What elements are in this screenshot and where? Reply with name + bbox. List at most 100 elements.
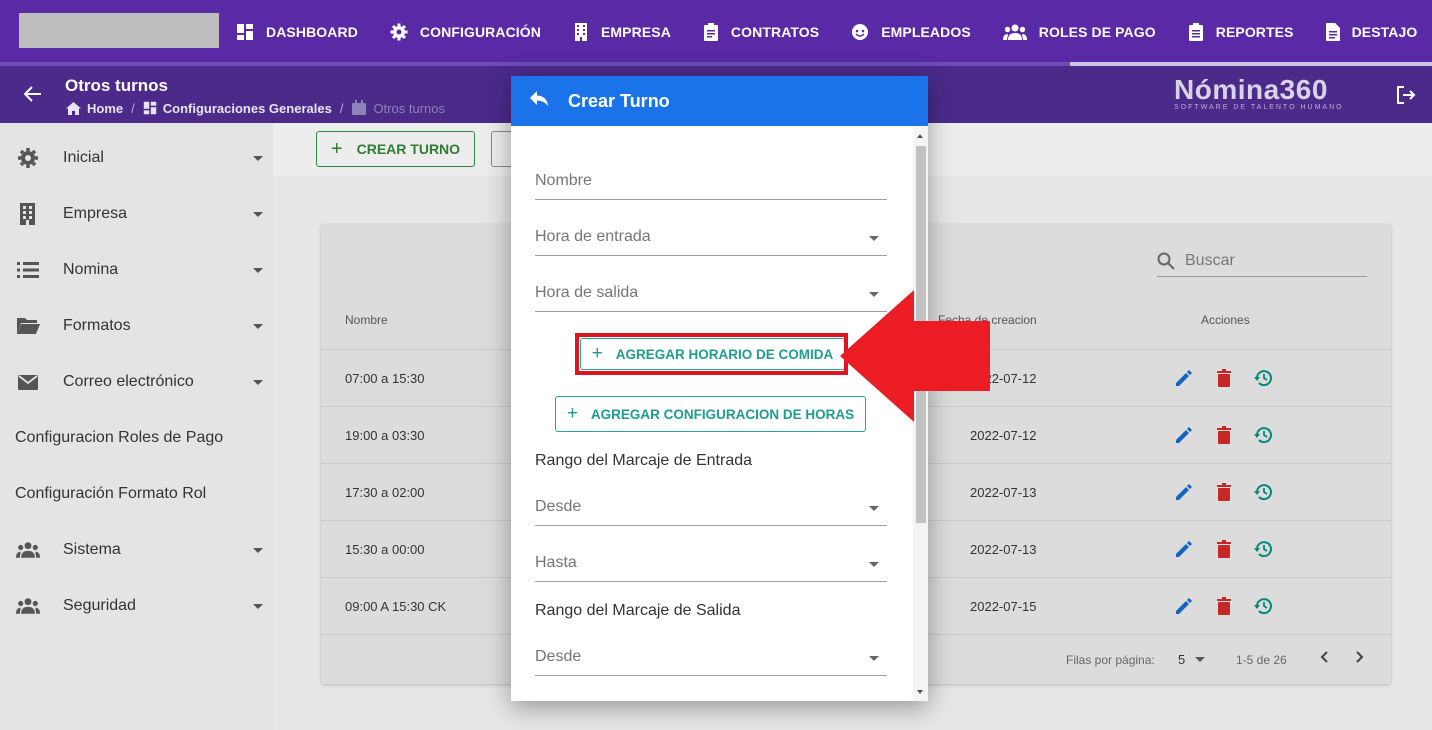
entrada-hasta-select[interactable]: Hasta	[535, 542, 887, 582]
hora-salida-select[interactable]: Hora de salida	[535, 272, 887, 312]
plus-icon: +	[566, 403, 578, 424]
calendar-icon	[352, 100, 367, 115]
sidebar-item-label: Seguridad	[63, 597, 136, 614]
mail-icon	[18, 375, 38, 390]
sidebar-item-sistema[interactable]: Sistema	[0, 522, 273, 578]
search-input[interactable]: Buscar	[1157, 246, 1367, 277]
nav-label: EMPRESA	[600, 24, 671, 40]
history-icon[interactable]	[1253, 538, 1275, 560]
dialog-back-button[interactable]	[529, 90, 549, 113]
next-page-button[interactable]	[1353, 650, 1365, 669]
row-date: 2022-07-13	[970, 485, 1037, 500]
delete-icon[interactable]	[1213, 481, 1235, 503]
nav-roles-de-pago[interactable]: ROLES DE PAGO	[1002, 24, 1156, 40]
document-icon	[1325, 23, 1340, 41]
nav-label: CONTRATOS	[730, 24, 820, 40]
delete-icon[interactable]	[1213, 595, 1235, 617]
logout-button[interactable]	[1396, 86, 1416, 109]
add-hours-config-button[interactable]: + AGREGAR CONFIGURACION DE HORAS	[555, 396, 866, 432]
edit-icon[interactable]	[1173, 481, 1195, 503]
delete-icon[interactable]	[1213, 424, 1235, 446]
history-icon[interactable]	[1253, 595, 1275, 617]
chevron-right-icon	[1356, 651, 1364, 663]
home-icon	[66, 101, 81, 115]
entrada-desde-select[interactable]: Desde	[535, 486, 887, 526]
nombre-input[interactable]: Nombre	[535, 160, 887, 200]
nav-destajo[interactable]: DESTAJO	[1325, 23, 1418, 41]
nav-reportes[interactable]: REPORTES	[1188, 23, 1294, 41]
annotation-highlight-box	[575, 333, 848, 375]
building-icon	[574, 23, 587, 41]
breadcrumb-separator: /	[131, 100, 135, 116]
sidebar-item-inicial[interactable]: Inicial	[0, 130, 273, 186]
dialog-title: Crear Turno	[568, 91, 670, 111]
nombre-placeholder: Nombre	[535, 172, 592, 189]
sidebar-item-configuracion-formato[interactable]: Configuración Formato Rol	[0, 466, 273, 522]
scroll-down-arrow[interactable]	[917, 690, 923, 694]
edit-icon[interactable]	[1173, 424, 1195, 446]
edit-icon[interactable]	[1173, 595, 1195, 617]
assignment-icon	[1188, 23, 1203, 41]
nav-configuracion[interactable]: CONFIGURACIÓN	[390, 23, 541, 41]
logout-icon	[1397, 86, 1416, 104]
row-date: 2022-07-12	[970, 428, 1037, 443]
gear-icon	[18, 148, 38, 168]
sidebar-item-formatos[interactable]: Formatos	[0, 298, 273, 354]
plus-icon: +	[330, 137, 343, 160]
nav-empresa[interactable]: EMPRESA	[573, 23, 671, 41]
group-icon	[16, 598, 40, 614]
nav-contratos[interactable]: CONTRATOS	[703, 23, 819, 41]
gear-icon	[390, 23, 408, 41]
nav-dashboard[interactable]: DASHBOARD	[236, 23, 358, 41]
chevron-down-icon	[253, 604, 263, 609]
edit-icon[interactable]	[1173, 538, 1195, 560]
create-shift-button[interactable]: + CREAR TURNO	[316, 131, 475, 167]
rows-per-page-select[interactable]: 5	[1178, 652, 1206, 667]
back-button[interactable]	[23, 86, 42, 107]
dialog-header: Crear Turno	[511, 76, 928, 126]
sidebar-item-label: Configuración Formato Rol	[15, 485, 207, 502]
column-header-name[interactable]: Nombre	[345, 313, 388, 327]
hora-salida-placeholder: Hora de salida	[535, 284, 639, 301]
group-icon	[1002, 24, 1027, 40]
sidebar-item-label: Configuracion Roles de Pago	[15, 429, 224, 446]
delete-icon[interactable]	[1213, 367, 1235, 389]
hora-entrada-select[interactable]: Hora de entrada	[535, 216, 887, 256]
add-hours-config-label: AGREGAR CONFIGURACION DE HORAS	[590, 406, 855, 422]
sidebar: Inicial Empresa Nomina Formatos Correo e…	[0, 123, 273, 730]
nav-empleados[interactable]: EMPLEADOS	[851, 23, 971, 41]
nav-label: ROLES DE PAGO	[1038, 24, 1156, 40]
edit-icon[interactable]	[1173, 367, 1195, 389]
row-date: 2022-07-13	[970, 542, 1037, 557]
sidebar-item-seguridad[interactable]: Seguridad	[0, 578, 273, 634]
sidebar-item-label: Inicial	[63, 149, 104, 166]
sidebar-item-configuracion-roles[interactable]: Configuracion Roles de Pago	[0, 410, 273, 466]
chevron-down-icon	[869, 506, 879, 511]
history-icon[interactable]	[1253, 424, 1275, 446]
breadcrumb-configuraciones[interactable]: Configuraciones Generales	[143, 101, 332, 116]
sidebar-item-correo[interactable]: Correo electrónico	[0, 354, 273, 410]
breadcrumb-separator: /	[339, 100, 344, 116]
section-entrada-label: Rango del Marcaje de Entrada	[535, 452, 753, 469]
chevron-left-icon	[1320, 651, 1328, 663]
breadcrumb: Home / Configuraciones Generales / Otros…	[66, 100, 445, 116]
sidebar-item-label: Formatos	[63, 317, 131, 334]
prev-page-button[interactable]	[1319, 650, 1331, 669]
page-title: Otros turnos	[65, 76, 168, 95]
hasta-placeholder: Hasta	[535, 554, 577, 571]
folder-open-icon	[17, 318, 40, 334]
salida-desde-select[interactable]: Desde	[535, 636, 887, 676]
row-name: 17:30 a 02:00	[345, 485, 425, 500]
history-icon[interactable]	[1253, 481, 1275, 503]
breadcrumb-home[interactable]: Home	[66, 101, 123, 116]
nav-label: CONFIGURACIÓN	[419, 24, 541, 40]
breadcrumb-current: Otros turnos	[351, 100, 445, 116]
sidebar-item-label: Nomina	[63, 261, 119, 278]
delete-icon[interactable]	[1213, 538, 1235, 560]
history-icon[interactable]	[1253, 367, 1275, 389]
chevron-down-icon	[253, 548, 263, 553]
sidebar-item-nomina[interactable]: Nomina	[0, 242, 273, 298]
sidebar-item-label: Sistema	[63, 541, 121, 558]
sidebar-item-empresa[interactable]: Empresa	[0, 186, 273, 242]
scroll-up-arrow[interactable]	[917, 134, 923, 138]
